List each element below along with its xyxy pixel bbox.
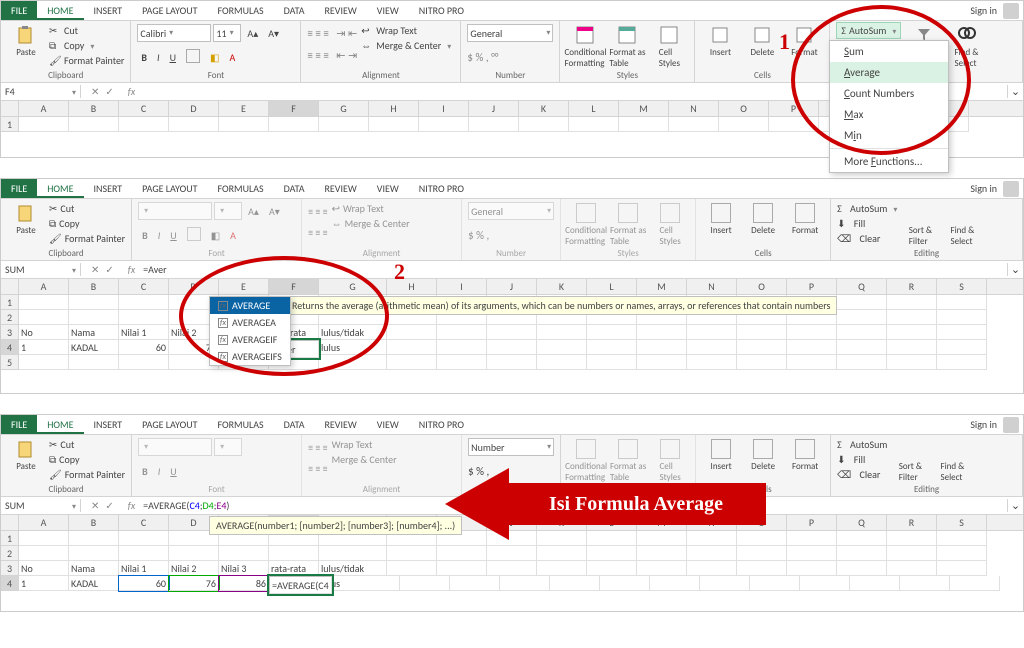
format-painter-button[interactable]: 🖌Format Painter — [49, 53, 124, 67]
annotation-arrow: Isi Formula Average — [506, 483, 766, 525]
autocomplete-averageifs[interactable]: fxAVERAGEIFS — [210, 348, 290, 365]
underline-button[interactable]: U — [166, 49, 180, 66]
menu-max[interactable]: Max — [830, 104, 948, 125]
format-as-table-button[interactable]: Format as Table — [608, 23, 646, 70]
delete-cells-button[interactable]: Delete — [743, 23, 781, 70]
group-font-label: Font — [137, 70, 294, 81]
border-button[interactable] — [182, 47, 204, 68]
name-box[interactable]: SUM — [1, 263, 81, 276]
font-name-select[interactable]: Calibri — [137, 24, 211, 42]
number-format-select[interactable]: General — [467, 24, 553, 42]
sigma-icon: Σ — [841, 24, 846, 37]
tab-formulas[interactable]: FORMULAS — [207, 1, 273, 20]
group-clipboard-label: Clipboard — [7, 70, 124, 81]
italic-button[interactable]: I — [153, 49, 164, 66]
menu-average[interactable]: Average — [830, 62, 948, 83]
merge-center-button[interactable]: ⇔Merge & Center — [361, 38, 451, 52]
cancel-formula-icon[interactable]: ✕ — [91, 85, 99, 98]
fill-color-button[interactable]: ◧ — [206, 49, 223, 66]
name-box[interactable]: F4 — [1, 85, 81, 98]
autocomplete-description: Returns the average (arithmetic mean) of… — [285, 296, 837, 315]
expand-formula-bar-icon[interactable]: ⌄ — [1007, 85, 1023, 98]
formula-tooltip: AVERAGE(number1; [number2]; [number3]; [… — [209, 516, 462, 535]
menu-count-numbers[interactable]: Count Numbers — [830, 83, 948, 104]
paste-button[interactable]: Paste — [7, 23, 45, 70]
tab-view[interactable]: VIEW — [367, 1, 409, 20]
group-alignment-label: Alignment — [307, 70, 454, 81]
tab-review[interactable]: REVIEW — [314, 1, 366, 20]
format-cells-button[interactable]: Format — [785, 23, 823, 70]
menu-more-functions[interactable]: More Functions... — [830, 151, 948, 172]
autocomplete-averagea[interactable]: fxAVERAGEA — [210, 314, 290, 331]
tab-page-layout[interactable]: PAGE LAYOUT — [132, 1, 207, 20]
decrease-font-button[interactable]: A▾ — [264, 25, 283, 42]
insert-cells-button[interactable]: Insert — [701, 23, 739, 70]
wrap-text-button[interactable]: ↩Wrap Text — [361, 23, 451, 37]
menu-sum[interactable]: Sum — [830, 41, 948, 62]
cut-button[interactable]: ✂Cut — [49, 23, 124, 37]
active-cell[interactable]: =AVERAGE(C4 — [269, 576, 332, 594]
tab-insert[interactable]: INSERT — [84, 1, 133, 20]
autosum-button[interactable]: ΣAutoSum — [836, 22, 901, 39]
fx-icon[interactable]: fx — [124, 85, 139, 98]
group-cells-label: Cells — [701, 70, 823, 81]
increase-font-button[interactable]: A▴ — [243, 25, 262, 42]
bold-button[interactable]: B — [137, 49, 151, 66]
tab-home[interactable]: HOME — [37, 1, 83, 20]
cell-styles-button[interactable]: Cell Styles — [650, 23, 688, 70]
autocomplete-average[interactable]: fxAVERAGE — [210, 297, 290, 314]
autocomplete-averageif[interactable]: fxAVERAGEIF — [210, 331, 290, 348]
sign-in-link[interactable]: Sign in — [964, 1, 1003, 20]
tab-nitro[interactable]: NITRO PRO — [409, 1, 474, 20]
formula-bar[interactable]: =Aver — [139, 263, 1007, 276]
annotation-2: 2 — [394, 259, 405, 285]
group-styles-label: Styles — [566, 70, 688, 81]
menu-min[interactable]: Min — [830, 125, 948, 146]
conditional-formatting-button[interactable]: Conditional Formatting — [566, 23, 604, 70]
accept-formula-icon[interactable]: ✓ — [105, 85, 113, 98]
find-select-button[interactable]: Find & Select — [947, 23, 985, 70]
ribbon-tabs: FILE HOME INSERT PAGE LAYOUT FORMULAS DA… — [1, 1, 1023, 21]
font-color-button[interactable]: A — [225, 49, 239, 66]
group-number-label: Number — [467, 70, 553, 81]
font-size-select[interactable]: 11 — [213, 24, 241, 42]
tab-file[interactable]: FILE — [1, 1, 37, 20]
formula-autocomplete: fxAVERAGE fxAVERAGEA fxAVERAGEIF fxAVERA… — [209, 296, 291, 366]
tab-data[interactable]: DATA — [274, 1, 315, 20]
autosum-dropdown: Sum Average Count Numbers Max Min More F… — [829, 40, 949, 173]
user-icon — [1003, 3, 1019, 19]
annotation-1: 1 — [779, 29, 790, 55]
copy-button[interactable]: ⧉Copy — [49, 38, 124, 52]
